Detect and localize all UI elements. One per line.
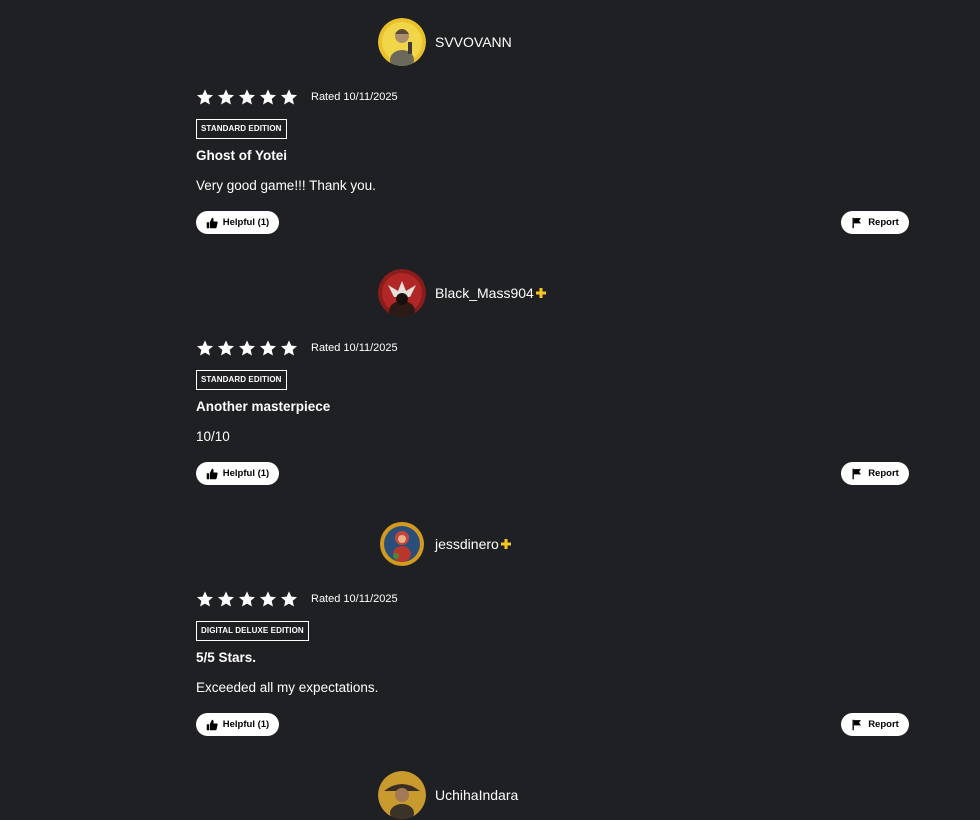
- star-icon: [196, 340, 214, 356]
- review-title: Ghost of Yotei: [196, 148, 287, 163]
- reviews-page: SVVOVANN Rated 10/11/2025 STANDARD EDITI…: [0, 0, 980, 820]
- review-user: UchihaIndara: [378, 771, 518, 819]
- username-text: UchihaIndara: [435, 787, 519, 803]
- review-card: Black_Mass904 Rated 10/11/2025 STANDARD …: [196, 269, 909, 509]
- review-body: Very good game!!! Thank you.: [196, 178, 376, 193]
- rated-date: Rated 10/11/2025: [311, 342, 398, 354]
- rated-date: Rated 10/11/2025: [311, 593, 398, 605]
- ps-plus-icon: [535, 288, 546, 298]
- star-icon: [280, 340, 298, 356]
- review-user: SVVOVANN: [378, 18, 512, 66]
- edition-badge: STANDARD EDITION: [196, 370, 287, 390]
- helpful-label: Helpful (1): [222, 217, 270, 228]
- report-button[interactable]: Report: [841, 462, 909, 485]
- star-icon: [280, 591, 298, 607]
- review-body: 10/10: [196, 429, 230, 444]
- star-icon: [259, 89, 277, 105]
- review-user: jessdinero: [378, 520, 511, 568]
- review-title: 5/5 Stars.: [196, 650, 257, 665]
- ps-plus-icon: [500, 539, 511, 549]
- star-icon: [217, 340, 235, 356]
- avatar[interactable]: [378, 520, 426, 568]
- rating-row: Rated 10/11/2025: [196, 339, 398, 357]
- avatar[interactable]: [378, 269, 426, 317]
- helpful-button[interactable]: Helpful (1): [196, 713, 279, 736]
- username[interactable]: Black_Mass904: [435, 285, 546, 301]
- username[interactable]: UchihaIndara: [435, 787, 518, 803]
- rating-row: Rated 10/11/2025: [196, 590, 398, 608]
- review-user: Black_Mass904: [378, 269, 546, 317]
- review-card: UchihaIndara: [196, 771, 909, 820]
- report-label: Report: [868, 468, 899, 479]
- username[interactable]: SVVOVANN: [435, 34, 512, 50]
- review-body: Exceeded all my expectations.: [196, 680, 379, 695]
- review-title: Another masterpiece: [196, 399, 331, 414]
- star-icon: [259, 340, 277, 356]
- avatar[interactable]: [378, 18, 426, 66]
- star-rating: [196, 88, 298, 106]
- review-card: jessdinero Rated 10/11/2025 DIGITAL DELU…: [196, 520, 909, 760]
- star-icon: [217, 591, 235, 607]
- rated-date: Rated 10/11/2025: [311, 91, 398, 103]
- star-icon: [196, 591, 214, 607]
- star-icon: [217, 89, 235, 105]
- helpful-button[interactable]: Helpful (1): [196, 462, 279, 485]
- avatar[interactable]: [378, 771, 426, 819]
- username-text: jessdinero: [435, 536, 499, 552]
- star-icon: [196, 89, 214, 105]
- report-label: Report: [868, 217, 899, 228]
- flag-icon: [852, 468, 862, 479]
- thumbs-up-icon: [206, 217, 218, 228]
- helpful-label: Helpful (1): [222, 719, 270, 730]
- thumbs-up-icon: [206, 468, 218, 479]
- helpful-label: Helpful (1): [222, 468, 270, 479]
- star-rating: [196, 339, 298, 357]
- star-rating: [196, 590, 298, 608]
- flag-icon: [852, 719, 862, 730]
- flag-icon: [852, 217, 862, 228]
- edition-badge: DIGITAL DELUXE EDITION: [196, 621, 309, 641]
- thumbs-up-icon: [206, 719, 218, 730]
- review-card: SVVOVANN Rated 10/11/2025 STANDARD EDITI…: [196, 18, 909, 258]
- star-icon: [238, 591, 256, 607]
- rating-row: Rated 10/11/2025: [196, 88, 398, 106]
- report-button[interactable]: Report: [841, 713, 909, 736]
- username-text: Black_Mass904: [435, 285, 534, 301]
- report-button[interactable]: Report: [841, 211, 909, 234]
- star-icon: [280, 89, 298, 105]
- report-label: Report: [868, 719, 899, 730]
- star-icon: [259, 591, 277, 607]
- username[interactable]: jessdinero: [435, 536, 511, 552]
- star-icon: [238, 340, 256, 356]
- star-icon: [238, 89, 256, 105]
- username-text: SVVOVANN: [435, 34, 512, 50]
- edition-badge: STANDARD EDITION: [196, 119, 287, 139]
- helpful-button[interactable]: Helpful (1): [196, 211, 279, 234]
